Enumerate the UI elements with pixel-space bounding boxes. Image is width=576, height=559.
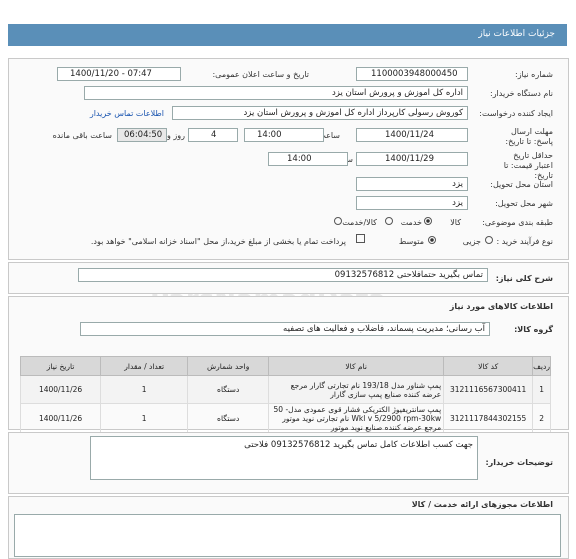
process-label: نوع فرآیند خرید : (496, 237, 553, 246)
table-row: 1 3121116567300411 پمپ شناور مدل 193/18 … (19, 375, 551, 404)
group-label: گروه کالا: (514, 325, 553, 334)
category-goods-radio[interactable] (424, 216, 432, 225)
announce-field: 1400/11/20 - 07:47 (57, 67, 181, 81)
col-row: ردیف (532, 356, 551, 376)
category-label: طبقه بندی موضوعی: (482, 218, 553, 227)
need-number-label: شماره نیاز: (515, 70, 553, 79)
creator-field: کوروش رسولی کارپرداز اداره کل اموزش و پر… (172, 106, 468, 120)
col-code: کد کالا (443, 356, 534, 376)
goods-title: اطلاعات کالاهای مورد نیاز (449, 302, 553, 311)
group-field: آب رسانی؛ مدیریت پسماند، فاضلاب و فعالیت… (80, 322, 490, 336)
category-service-radio[interactable] (385, 216, 393, 225)
page-title: جزئیات اطلاعات نیاز (478, 29, 555, 39)
process-medium-radio[interactable] (428, 235, 436, 244)
process-partial-label: جزیی (462, 237, 481, 246)
remaining-time-field: 06:04:50 (117, 128, 167, 142)
payment-checkbox[interactable] (356, 234, 365, 245)
announce-label: تاریخ و ساعت اعلان عمومی: (212, 70, 309, 79)
deadline-time-field: 14:00 (244, 128, 324, 142)
table-row: 2 3121117844302155 پمپ سانتریفیوژ الکتری… (19, 403, 551, 434)
category-service-label: خدمت (400, 218, 422, 227)
category-goods-label: کالا (450, 218, 461, 227)
buyer-contact-link[interactable]: اطلاعات تماس خریدار (90, 109, 164, 118)
col-qty: تعداد / مقدار (100, 356, 189, 376)
validity-date-field: 1400/11/29 (356, 152, 468, 166)
remaining-label: ساعت باقی مانده (52, 131, 112, 140)
page: جزئیات اطلاعات نیاز ParsNamadData پایگاه… (0, 0, 576, 559)
buyer-notes-label: توضیحات خریدار: (485, 458, 553, 467)
category-both-radio[interactable] (334, 216, 342, 225)
province-label: استان محل تحویل: (490, 180, 553, 189)
province-field: یزد (356, 177, 468, 191)
buyer-label: نام دستگاه خریدار: (490, 89, 553, 98)
need-number-field: 1100003948000450 (356, 67, 468, 81)
summary-field: تماس بگیرید حتمافلاحتی 09132576812 (78, 268, 488, 282)
validity-label: حداقل تاریخ اعتبار قیمت: تا تاریخ: (503, 151, 553, 180)
page-header: جزئیات اطلاعات نیاز (8, 24, 567, 46)
validity-time-field: 14:00 (268, 152, 348, 166)
summary-label: شرح کلی نیاز: (495, 274, 553, 283)
process-partial-radio[interactable] (485, 235, 493, 244)
col-date: تاریخ نیاز (19, 356, 102, 376)
deadline-label: مهلت ارسال پاسخ: تا تاریخ: (505, 127, 553, 146)
buyer-field: اداره کل اموزش و پرورش استان یزد (84, 86, 468, 100)
col-name: نام کالا (268, 356, 445, 376)
process-medium-label: متوسط (398, 237, 424, 246)
payment-note: پرداخت تمام یا بخشی از مبلغ خرید،از محل … (90, 237, 346, 246)
goods-table: ردیف کد کالا نام کالا واحد شمارش تعداد /… (19, 356, 551, 434)
buyer-notes-field: جهت کسب اطلاعات کامل تماس بگیرید 0913257… (90, 436, 478, 480)
deadline-date-field: 1400/11/24 (356, 128, 468, 142)
city-label: شهر محل تحویل: (495, 199, 553, 208)
category-both-label: کالا/خدمت (342, 218, 377, 227)
permits-title: اطلاعات مجوزهای ارائه خدمت / کالا (411, 500, 553, 509)
city-field: یزد (356, 196, 468, 210)
days-field: 4 (188, 128, 238, 142)
permits-box (14, 514, 561, 557)
days-label: روز و (167, 131, 185, 140)
col-unit: واحد شمارش (187, 356, 270, 376)
creator-label: ایجاد کننده درخواست: (479, 109, 553, 118)
